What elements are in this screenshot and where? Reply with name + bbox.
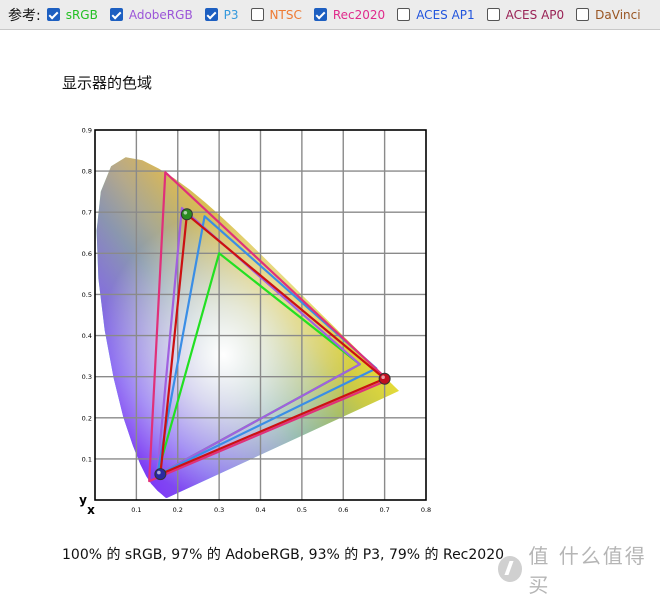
reference-option-aces-ap1[interactable]: ACES AP1 <box>397 7 475 22</box>
watermark: 值 什么值得买 <box>498 540 660 598</box>
primary-marker <box>180 208 193 221</box>
y-tick-label: 0.6 <box>82 250 92 258</box>
primary-marker-highlight <box>381 375 385 380</box>
x-tick-label: 0.8 <box>421 506 431 514</box>
y-tick-label: 0.2 <box>82 414 92 422</box>
reference-option-label: Rec2020 <box>332 7 386 22</box>
checkbox[interactable] <box>397 8 411 21</box>
reference-option-davinci[interactable]: DaVinci <box>576 7 641 22</box>
reference-option-aces-ap0[interactable]: ACES AP0 <box>486 7 565 22</box>
page-title: 显示器的色域 <box>62 74 153 92</box>
checkbox[interactable] <box>250 8 264 21</box>
y-axis-label: y <box>79 493 87 507</box>
x-tick-label: 0.6 <box>338 506 348 514</box>
primary-marker-highlight <box>157 470 161 475</box>
x-tick-label: 0.5 <box>297 506 307 514</box>
primary-marker <box>378 372 391 385</box>
checkbox[interactable] <box>109 8 123 21</box>
reference-option-ntsc[interactable]: NTSC <box>250 7 302 22</box>
x-tick-label: 0.2 <box>173 506 183 514</box>
reference-option-label: DaVinci <box>595 7 641 22</box>
watermark-logo-icon <box>498 556 523 582</box>
coverage-caption: 100% 的 sRGB, 97% 的 AdobeRGB, 93% 的 P3, 7… <box>62 547 505 563</box>
x-tick-label: 0.4 <box>255 506 265 514</box>
y-tick-label: 0.3 <box>82 373 92 381</box>
reference-options: sRGB AdobeRGB P3 NTSC Rec2020 ACES AP1 ACES AP… <box>46 7 653 22</box>
checkbox[interactable] <box>486 8 500 21</box>
reference-option-rec2020[interactable]: Rec2020 <box>313 7 386 22</box>
primary-marker-highlight <box>183 210 188 215</box>
x-tick-label: 0.7 <box>379 506 389 514</box>
reference-option-label: ACES AP0 <box>505 7 565 22</box>
x-tick-label: 0.3 <box>214 506 224 514</box>
reference-option-p3[interactable]: P3 <box>204 7 239 22</box>
reference-label: 参考: <box>8 7 41 24</box>
x-axis-label: x <box>87 503 95 517</box>
reference-toolbar: 参考: sRGB AdobeRGB P3 NTSC Rec2020 ACES AP1 ACE… <box>0 0 660 30</box>
primary-marker <box>154 468 167 481</box>
watermark-text: 值 什么值得买 <box>528 544 647 597</box>
y-tick-label: 0.8 <box>82 168 92 176</box>
reference-option-label: ACES AP1 <box>416 7 475 22</box>
x-tick-label: 0.1 <box>131 506 141 514</box>
checkbox[interactable] <box>46 8 60 21</box>
y-tick-label: 0.9 <box>82 127 92 135</box>
y-tick-label: 0.1 <box>82 455 92 463</box>
checkbox[interactable] <box>204 8 218 21</box>
cie-gamut-chart: 0.1 0.2 0.3 0.4 0.5 0.6 0.7 0.8 0.1 0.2 0.3 0.4 0.5 0… <box>79 127 431 518</box>
y-tick-label: 0.4 <box>82 332 92 340</box>
checkbox[interactable] <box>313 8 327 21</box>
reference-option-srgb[interactable]: sRGB <box>46 7 98 22</box>
y-tick-label: 0.5 <box>82 291 92 299</box>
reference-option-label: NTSC <box>269 7 302 22</box>
y-tick-label: 0.7 <box>82 209 92 217</box>
checkbox[interactable] <box>576 8 590 21</box>
reference-option-label: AdobeRGB <box>128 7 193 22</box>
reference-option-label: sRGB <box>65 7 98 22</box>
reference-option-label: P3 <box>223 7 239 22</box>
reference-option-adobergb[interactable]: AdobeRGB <box>109 7 193 22</box>
